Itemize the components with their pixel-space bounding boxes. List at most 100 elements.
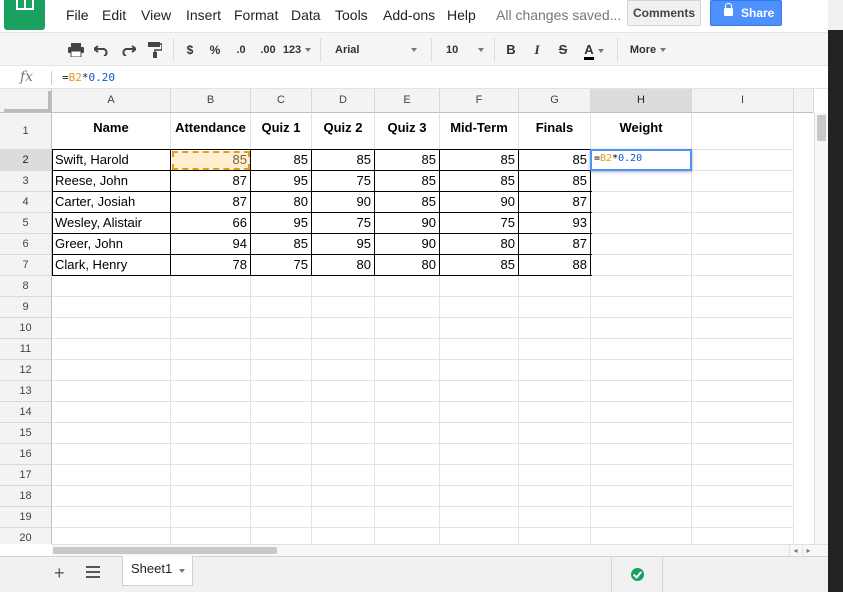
column-header-f[interactable]: F [440, 89, 519, 113]
cell-e16[interactable] [375, 444, 440, 465]
share-button[interactable]: Share [710, 0, 782, 26]
cell-i5[interactable] [692, 213, 794, 234]
cell-i6[interactable] [692, 234, 794, 255]
cell-a15[interactable] [52, 423, 171, 444]
cell-g10[interactable] [519, 318, 591, 339]
cell-d19[interactable] [312, 507, 375, 528]
number-format-dropdown[interactable]: 123 [282, 40, 312, 60]
cell-e1[interactable]: Quiz 3 [375, 113, 440, 150]
row-header-19[interactable]: 19 [0, 507, 52, 528]
cell-f9[interactable] [440, 297, 519, 318]
cell-b10[interactable] [171, 318, 251, 339]
cell-a19[interactable] [52, 507, 171, 528]
cell-e13[interactable] [375, 381, 440, 402]
horizontal-scrollbar[interactable]: ◂ ▸ [52, 544, 828, 556]
cell-b19[interactable] [171, 507, 251, 528]
cell-g7[interactable]: 88 [519, 255, 591, 276]
cell-i11[interactable] [692, 339, 794, 360]
cell-a3[interactable]: Reese, John [52, 171, 171, 192]
row-header-1[interactable]: 1 [0, 113, 52, 150]
cell-f1[interactable]: Mid-Term [440, 113, 519, 150]
cell-a12[interactable] [52, 360, 171, 381]
cell-c20[interactable] [251, 528, 312, 544]
cell-f19[interactable] [440, 507, 519, 528]
cell-i17[interactable] [692, 465, 794, 486]
cell-e6[interactable]: 90 [375, 234, 440, 255]
decrease-decimal-button[interactable]: .0 [230, 40, 252, 60]
cell-c9[interactable] [251, 297, 312, 318]
cell-d15[interactable] [312, 423, 375, 444]
row-header-9[interactable]: 9 [0, 297, 52, 318]
print-icon[interactable] [66, 40, 86, 60]
cell-a16[interactable] [52, 444, 171, 465]
cell-f15[interactable] [440, 423, 519, 444]
cell-c5[interactable]: 95 [251, 213, 312, 234]
row-header-15[interactable]: 15 [0, 423, 52, 444]
cell-c2[interactable]: 85 [251, 150, 312, 171]
cell-c4[interactable]: 80 [251, 192, 312, 213]
cell-h19[interactable] [591, 507, 692, 528]
column-header-c[interactable]: C [251, 89, 312, 113]
sheet-tab[interactable]: Sheet1 [122, 556, 193, 586]
cell-g16[interactable] [519, 444, 591, 465]
more-dropdown[interactable]: More [625, 40, 671, 60]
cell-b14[interactable] [171, 402, 251, 423]
cell-f20[interactable] [440, 528, 519, 544]
cell-f18[interactable] [440, 486, 519, 507]
cell-b1[interactable]: Attendance [171, 113, 251, 150]
cell-b11[interactable] [171, 339, 251, 360]
row-header-13[interactable]: 13 [0, 381, 52, 402]
cell-h18[interactable] [591, 486, 692, 507]
cell-i1[interactable] [692, 113, 794, 150]
cell-h5[interactable] [591, 213, 692, 234]
row-header-4[interactable]: 4 [0, 192, 52, 213]
row-header-5[interactable]: 5 [0, 213, 52, 234]
cell-h10[interactable] [591, 318, 692, 339]
row-header-6[interactable]: 6 [0, 234, 52, 255]
vertical-scrollbar-thumb[interactable] [817, 115, 826, 141]
column-header-g[interactable]: G [519, 89, 591, 113]
cell-f13[interactable] [440, 381, 519, 402]
cell-b12[interactable] [171, 360, 251, 381]
cell-e5[interactable]: 90 [375, 213, 440, 234]
row-header-14[interactable]: 14 [0, 402, 52, 423]
cell-f7[interactable]: 85 [440, 255, 519, 276]
undo-icon[interactable] [92, 40, 112, 60]
cell-d3[interactable]: 75 [312, 171, 375, 192]
cell-h9[interactable] [591, 297, 692, 318]
cell-e9[interactable] [375, 297, 440, 318]
cell-a4[interactable]: Carter, Josiah [52, 192, 171, 213]
scroll-left-icon[interactable]: ◂ [789, 545, 801, 556]
cell-i20[interactable] [692, 528, 794, 544]
cell-g9[interactable] [519, 297, 591, 318]
menu-edit[interactable]: Edit [102, 7, 126, 23]
row-header-12[interactable]: 12 [0, 360, 52, 381]
active-cell-editor[interactable]: =B2*0.20 [590, 149, 692, 171]
cell-i15[interactable] [692, 423, 794, 444]
horizontal-scrollbar-thumb[interactable] [53, 547, 277, 554]
cell-a11[interactable] [52, 339, 171, 360]
cell-g12[interactable] [519, 360, 591, 381]
increase-decimal-button[interactable]: .00 [256, 40, 280, 60]
cell-a9[interactable] [52, 297, 171, 318]
cell-f10[interactable] [440, 318, 519, 339]
cell-a14[interactable] [52, 402, 171, 423]
cell-b15[interactable] [171, 423, 251, 444]
cell-f5[interactable]: 75 [440, 213, 519, 234]
cell-e2[interactable]: 85 [375, 150, 440, 171]
cell-e17[interactable] [375, 465, 440, 486]
cell-g1[interactable]: Finals [519, 113, 591, 150]
cell-d14[interactable] [312, 402, 375, 423]
cell-f6[interactable]: 80 [440, 234, 519, 255]
column-header-b[interactable]: B [171, 89, 251, 113]
cell-i13[interactable] [692, 381, 794, 402]
cell-f16[interactable] [440, 444, 519, 465]
cell-g3[interactable]: 85 [519, 171, 591, 192]
cell-g2[interactable]: 85 [519, 150, 591, 171]
cell-c13[interactable] [251, 381, 312, 402]
cell-c19[interactable] [251, 507, 312, 528]
cell-c12[interactable] [251, 360, 312, 381]
cell-b16[interactable] [171, 444, 251, 465]
cell-f17[interactable] [440, 465, 519, 486]
column-header-a[interactable]: A [52, 89, 171, 113]
